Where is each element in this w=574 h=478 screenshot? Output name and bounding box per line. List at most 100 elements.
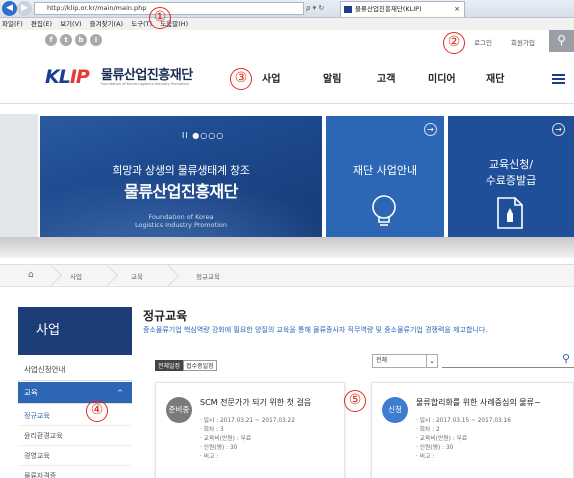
breadcrumb-separator (165, 265, 175, 287)
site-logo[interactable]: KLIP (45, 66, 99, 88)
breadcrumb-separator (48, 265, 58, 287)
annotation-marker-1: ① (149, 7, 171, 29)
twitter-icon[interactable]: t (60, 34, 72, 46)
hero-section: II ●○○○ 희망과 상생의 물류생태계 창조 물류산업진흥재단 Founda… (0, 104, 574, 237)
status-badge: 신청 (382, 397, 408, 423)
home-icon[interactable]: ⌂ (28, 270, 34, 280)
gnb-business[interactable]: 사업 (262, 70, 280, 85)
course-card[interactable]: 신청 물류합리화를 위한 사례중심의 물류~ · 일시 : 2017.03.15… (371, 382, 574, 478)
course-title[interactable]: SCM 전문가가 되기 위한 첫 걸음 (200, 397, 340, 408)
tab-all-schedule[interactable]: 전체일정 (155, 360, 184, 371)
business-guide-card[interactable]: → 재단 사업안내 (326, 116, 444, 237)
gnb-media[interactable]: 미디어 (428, 70, 456, 85)
join-link[interactable]: 회원가입 (511, 37, 535, 47)
arrow-right-icon: → (552, 123, 565, 136)
site-name-english: Foundation of Korea Logistics Industry P… (101, 82, 190, 86)
category-select[interactable]: 전체 ⌄ (372, 354, 438, 368)
search-icon[interactable]: ⚲ (562, 352, 570, 365)
hamburger-menu-icon[interactable] (552, 74, 565, 84)
site-name[interactable]: 물류산업진흥재단 (101, 64, 193, 83)
course-search-input[interactable]: ⚲ (442, 352, 574, 368)
hero-side-strip (0, 114, 38, 237)
chevron-up-icon: ^ (117, 389, 123, 397)
course-card[interactable]: 준비중 SCM 전문가가 되기 위한 첫 걸음 · 일시 : 2017.03.2… (155, 382, 345, 478)
global-navigation: KLIP 물류산업진흥재단 Foundation of Korea Logist… (0, 52, 574, 104)
lnb-sub-certificate[interactable]: 물류자격증 (18, 466, 132, 478)
forward-arrow-icon[interactable]: ▶ (17, 1, 32, 16)
breadcrumb-regular[interactable]: 정규교육 (196, 271, 220, 281)
browser-tab[interactable]: 물류산업진흥재단(KLIP) × (340, 1, 465, 17)
tab-close-icon[interactable]: × (454, 2, 460, 17)
instagram-icon[interactable]: i (90, 34, 102, 46)
category-select-value: 전체 (376, 357, 388, 364)
course-period: · 일시 : 2017.03.21 ~ 2017.03.22 (200, 418, 295, 424)
course-round: · 회차 : 3 (200, 427, 224, 433)
blog-icon[interactable]: b (75, 34, 87, 46)
browser-tab-title: 물류산업진흥재단(KLIP) (355, 5, 422, 13)
course-fee: · 교육비(만원) : 무료 (416, 436, 468, 442)
page-description: 중소물류기업 핵심역량 강화에 필요한 양질의 교육을 통해 물류종사자 직무역… (143, 326, 488, 334)
back-arrow-icon[interactable]: ◀ (2, 1, 17, 16)
certificate-title: 수료증발급 (485, 174, 537, 187)
business-guide-title: 재단 사업안내 (352, 164, 418, 177)
course-note: · 비고 : (200, 454, 219, 460)
browser-toolbar: ◀ ▶ http://klip.or.kr/main/main.php ρ ▾ … (0, 0, 574, 18)
lnb-submenu: 정규교육 윤리환경교육 경영교육 물류자격증 (18, 406, 132, 478)
panel-shadow (0, 237, 574, 258)
course-note: · 비고 : (416, 454, 435, 460)
logo-mark-accent: IP (69, 66, 90, 88)
lnb-education-label: 교육 (24, 388, 38, 397)
course-period: · 일시 : 2017.03.15 ~ 2017.03.16 (416, 418, 511, 424)
schedule-filter-tabs: 전체일정 접수중일정 (155, 360, 217, 371)
lnb-business-application[interactable]: 사업신청안내 (18, 359, 132, 381)
lnb-sub-ethics[interactable]: 윤리환경교육 (18, 426, 132, 446)
login-link[interactable]: 로그인 (474, 37, 492, 47)
lightbulb-icon (372, 195, 396, 226)
course-capacity: · 인원(명) : 30 (416, 445, 454, 451)
banner-copy: 희망과 상생의 물류생태계 창조 (112, 164, 250, 177)
menu-file[interactable]: 파일(F) (2, 20, 23, 28)
utility-bar: f t b i 로그인 회원가입 (0, 30, 574, 52)
slider-indicator[interactable]: II ●○○○ (182, 131, 224, 140)
gnb-notice[interactable]: 알림 (323, 70, 341, 85)
course-page-screenshot: ⌂ 사업 교육 정규교육 사업 사업신청안내 교육 ^ 정규교육 윤리환경교육 … (0, 264, 574, 478)
menu-view[interactable]: 보기(V) (60, 20, 81, 28)
course-apply-title: 교육신청/ (488, 158, 534, 171)
course-title[interactable]: 물류합리화를 위한 사례중심의 물류~ (416, 397, 571, 408)
document-icon (497, 197, 523, 229)
logo-mark: KL (45, 66, 71, 88)
search-icon[interactable]: ⚲ (549, 30, 574, 52)
annotation-marker-5: ⑤ (344, 390, 366, 412)
breadcrumb-separator (104, 265, 114, 287)
annotation-marker-3: ③ (230, 68, 252, 90)
gnb-foundation[interactable]: 재단 (486, 70, 504, 85)
main-banner[interactable]: II ●○○○ 희망과 상생의 물류생태계 창조 물류산업진흥재단 Founda… (40, 116, 322, 237)
browser-menubar: 파일(F) 편집(E) 보기(V) 즐겨찾기(A) 도구(T) 도움말(H) (0, 18, 574, 30)
annotation-marker-4: ④ (86, 400, 108, 422)
menu-favorites[interactable]: 즐겨찾기(A) (90, 20, 123, 28)
breadcrumb-education[interactable]: 교육 (131, 271, 143, 281)
breadcrumb: ⌂ 사업 교육 정규교육 (0, 265, 574, 287)
banner-title: 물류산업진흥재단 (124, 182, 238, 201)
lnb-sub-regular[interactable]: 정규교육 (18, 406, 132, 426)
lnb-education[interactable]: 교육 ^ (18, 382, 132, 404)
banner-english-line2: Logistics Industry Promotion (134, 221, 228, 229)
main-page-screenshot: ◀ ▶ http://klip.or.kr/main/main.php ρ ▾ … (0, 0, 574, 258)
arrow-right-icon: → (424, 123, 437, 136)
menu-edit[interactable]: 편집(E) (31, 20, 52, 28)
lnb-sub-management[interactable]: 경영교육 (18, 446, 132, 466)
breadcrumb-business[interactable]: 사업 (70, 271, 82, 281)
chevron-down-icon: ⌄ (426, 355, 437, 367)
facebook-icon[interactable]: f (45, 34, 57, 46)
course-capacity: · 인원(명) : 30 (200, 445, 238, 451)
gnb-customer[interactable]: 고객 (377, 70, 395, 85)
banner-english-line1: Foundation of Korea (148, 213, 214, 221)
status-badge: 준비중 (166, 397, 192, 423)
page: ◀ ▶ http://klip.or.kr/main/main.php ρ ▾ … (0, 0, 574, 478)
address-tools[interactable]: ρ ▾ ↻ (306, 2, 340, 15)
lnb-title: 사업 (18, 307, 132, 355)
annotation-marker-2: ② (443, 32, 465, 54)
tab-open-schedule[interactable]: 접수중일정 (183, 360, 217, 371)
course-fee: · 교육비(만원) : 무료 (200, 436, 252, 442)
course-apply-card[interactable]: → 교육신청/ 수료증발급 (448, 116, 574, 237)
